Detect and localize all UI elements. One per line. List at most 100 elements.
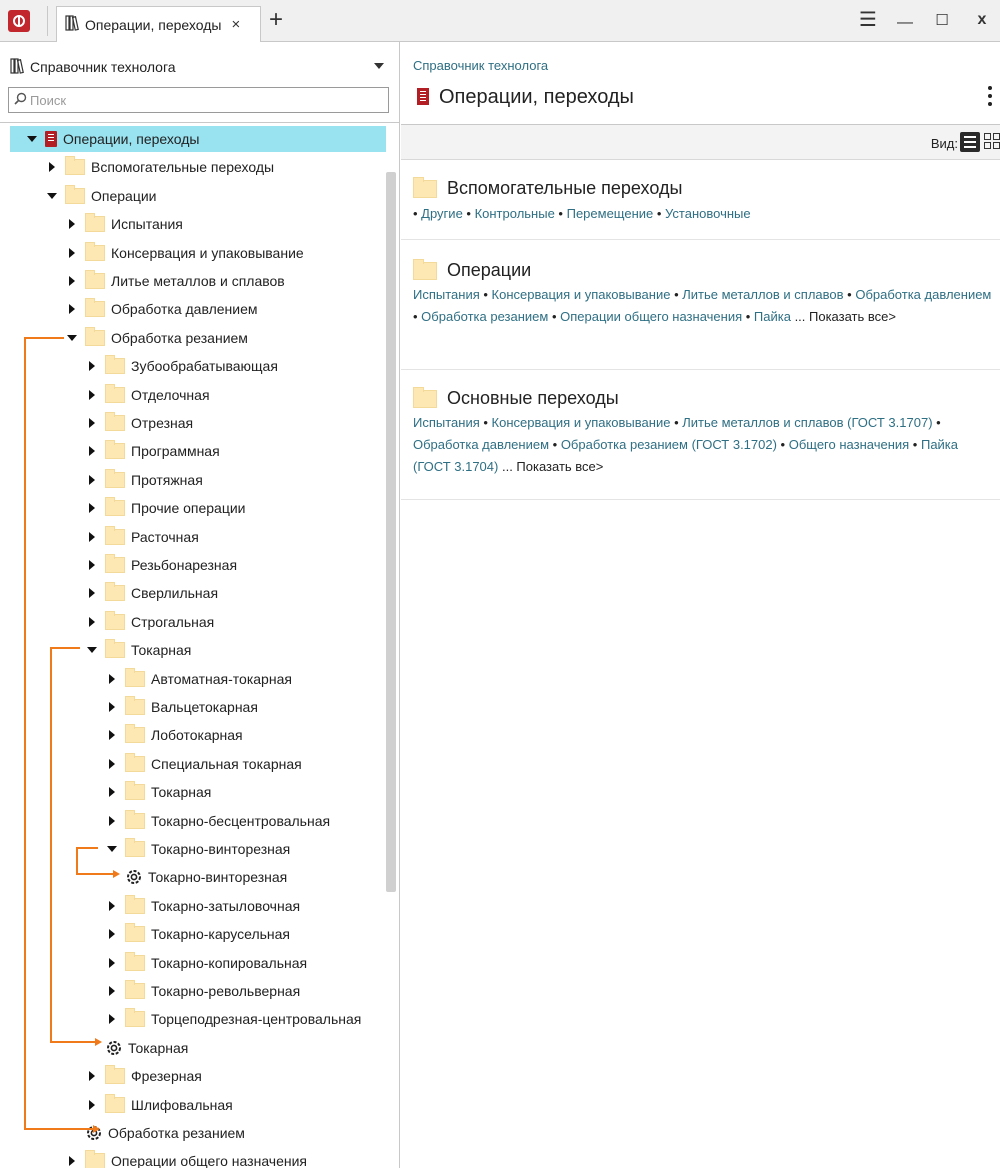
expand-right-icon[interactable] xyxy=(66,247,78,259)
expand-down-icon[interactable] xyxy=(26,133,38,145)
expand-right-icon[interactable] xyxy=(86,616,98,628)
tree-item[interactable]: Расточная xyxy=(86,524,199,550)
tree-item[interactable]: Вспомогательные переходы xyxy=(46,154,274,180)
category-link[interactable]: Консервация и упаковывание xyxy=(492,415,671,430)
category-link[interactable]: Литье металлов и сплавов xyxy=(682,287,843,302)
category-link[interactable]: Обработка резанием xyxy=(421,309,548,324)
tree-item[interactable]: Токарная xyxy=(106,779,211,805)
expand-right-icon[interactable] xyxy=(86,587,98,599)
expand-right-icon[interactable] xyxy=(66,218,78,230)
expand-right-icon[interactable] xyxy=(106,786,118,798)
expand-right-icon[interactable] xyxy=(106,928,118,940)
expand-right-icon[interactable] xyxy=(86,389,98,401)
tree-item[interactable]: Обработка давлением xyxy=(66,296,258,322)
tree-item[interactable]: Токарно-карусельная xyxy=(106,921,290,947)
section-header[interactable]: Операции xyxy=(413,258,531,281)
tree-item[interactable]: Протяжная xyxy=(86,467,203,493)
tab-operations[interactable]: Операции, переходы × xyxy=(56,6,261,42)
tree-item[interactable]: Токарно-затыловочная xyxy=(106,893,300,919)
category-link[interactable]: Испытания xyxy=(413,415,480,430)
expand-right-icon[interactable] xyxy=(86,445,98,457)
show-all-link[interactable]: ... Показать все> xyxy=(498,459,603,474)
tree-item[interactable]: Обработка резанием xyxy=(66,325,248,351)
minimize-button[interactable]: — xyxy=(893,9,917,33)
tree-item[interactable]: Торцеподрезная-центровальная xyxy=(106,1006,361,1032)
tree-item[interactable]: Автоматная-токарная xyxy=(106,666,292,692)
category-link[interactable]: Обработка резанием (ГОСТ 3.1702) xyxy=(561,437,777,452)
tree-item[interactable]: Прочие операции xyxy=(86,495,246,521)
close-button[interactable]: x xyxy=(970,9,994,33)
category-link[interactable]: Установочные xyxy=(665,206,751,221)
category-link[interactable]: Операции общего назначения xyxy=(560,309,742,324)
tree-item[interactable]: Строгальная xyxy=(86,609,214,635)
expand-right-icon[interactable] xyxy=(106,729,118,741)
expand-right-icon[interactable] xyxy=(86,1070,98,1082)
category-link[interactable]: Пайка xyxy=(754,309,791,324)
section-header[interactable]: Основные переходы xyxy=(413,386,619,409)
expand-right-icon[interactable] xyxy=(66,1155,78,1167)
app-logo-icon[interactable] xyxy=(8,10,30,32)
expand-right-icon[interactable] xyxy=(86,474,98,486)
expand-right-icon[interactable] xyxy=(86,531,98,543)
expand-right-icon[interactable] xyxy=(106,758,118,770)
expand-down-icon[interactable] xyxy=(86,644,98,656)
category-link[interactable]: Обработка давлением xyxy=(855,287,991,302)
expand-right-icon[interactable] xyxy=(106,985,118,997)
section-header[interactable]: Вспомогательные переходы xyxy=(413,176,682,199)
category-link[interactable]: Перемещение xyxy=(567,206,654,221)
expand-right-icon[interactable] xyxy=(106,957,118,969)
expand-right-icon[interactable] xyxy=(106,815,118,827)
tab-close-icon[interactable]: × xyxy=(231,16,240,33)
expand-right-icon[interactable] xyxy=(106,1013,118,1025)
expand-right-icon[interactable] xyxy=(66,275,78,287)
add-tab-button[interactable]: + xyxy=(264,8,288,33)
expand-right-icon[interactable] xyxy=(86,417,98,429)
tree-item[interactable]: Фрезерная xyxy=(86,1063,202,1089)
category-link[interactable]: Обработка давлением xyxy=(413,437,549,452)
tree-item[interactable]: Зубообрабатывающая xyxy=(86,353,278,379)
tree-item-operation[interactable]: Токарно-винторезная xyxy=(126,864,287,890)
tree-item[interactable]: Шлифовальная xyxy=(86,1092,233,1118)
tree-item[interactable]: Токарно-винторезная xyxy=(106,836,290,862)
expand-right-icon[interactable] xyxy=(106,673,118,685)
expand-right-icon[interactable] xyxy=(46,161,58,173)
tree-item[interactable]: Вальцетокарная xyxy=(106,694,258,720)
maximize-button[interactable]: ☐ xyxy=(930,9,954,33)
tree-item[interactable]: Литье металлов и сплавов xyxy=(66,268,285,294)
expand-down-icon[interactable] xyxy=(106,843,118,855)
expand-right-icon[interactable] xyxy=(106,701,118,713)
category-link[interactable]: Общего назначения xyxy=(789,437,909,452)
tree-item[interactable]: Токарно-копировальная xyxy=(106,950,307,976)
scrollbar[interactable] xyxy=(386,172,396,892)
expand-down-icon[interactable] xyxy=(46,190,58,202)
tree-item[interactable]: Специальная токарная xyxy=(106,751,302,777)
expand-down-icon[interactable] xyxy=(66,332,78,344)
list-view-icon[interactable] xyxy=(960,132,980,152)
expand-right-icon[interactable] xyxy=(86,1099,98,1111)
expand-right-icon[interactable] xyxy=(106,900,118,912)
tree-item[interactable]: Токарная xyxy=(86,637,191,663)
tree-item[interactable]: Резьбонарезная xyxy=(86,552,237,578)
tree-item-operation[interactable]: Обработка резанием xyxy=(86,1120,245,1146)
tree-item[interactable]: Испытания xyxy=(66,211,183,237)
tree-item[interactable]: Токарно-револьверная xyxy=(106,978,300,1004)
expand-right-icon[interactable] xyxy=(86,360,98,372)
tree-item[interactable]: Отрезная xyxy=(86,410,193,436)
library-selector[interactable]: Справочник технолога xyxy=(10,54,390,80)
search-box[interactable] xyxy=(8,87,389,113)
category-link[interactable]: Другие xyxy=(421,206,463,221)
grid-view-icon[interactable] xyxy=(984,133,1000,151)
expand-right-icon[interactable] xyxy=(86,502,98,514)
tree-item[interactable]: Лоботокарная xyxy=(106,722,243,748)
tree-item[interactable]: Операции xyxy=(46,183,157,209)
tree-item[interactable]: Программная xyxy=(86,438,220,464)
tree-item[interactable]: Отделочная xyxy=(86,382,210,408)
more-options-icon[interactable] xyxy=(988,86,994,106)
category-link[interactable]: Литье металлов и сплавов (ГОСТ 3.1707) xyxy=(682,415,932,430)
tree-item[interactable]: Сверлильная xyxy=(86,580,218,606)
search-input[interactable] xyxy=(30,92,370,108)
chevron-down-icon[interactable] xyxy=(374,63,384,69)
tree-item[interactable]: Консервация и упаковывание xyxy=(66,240,304,266)
expand-right-icon[interactable] xyxy=(66,303,78,315)
tree-item-operation[interactable]: Токарная xyxy=(106,1035,188,1061)
